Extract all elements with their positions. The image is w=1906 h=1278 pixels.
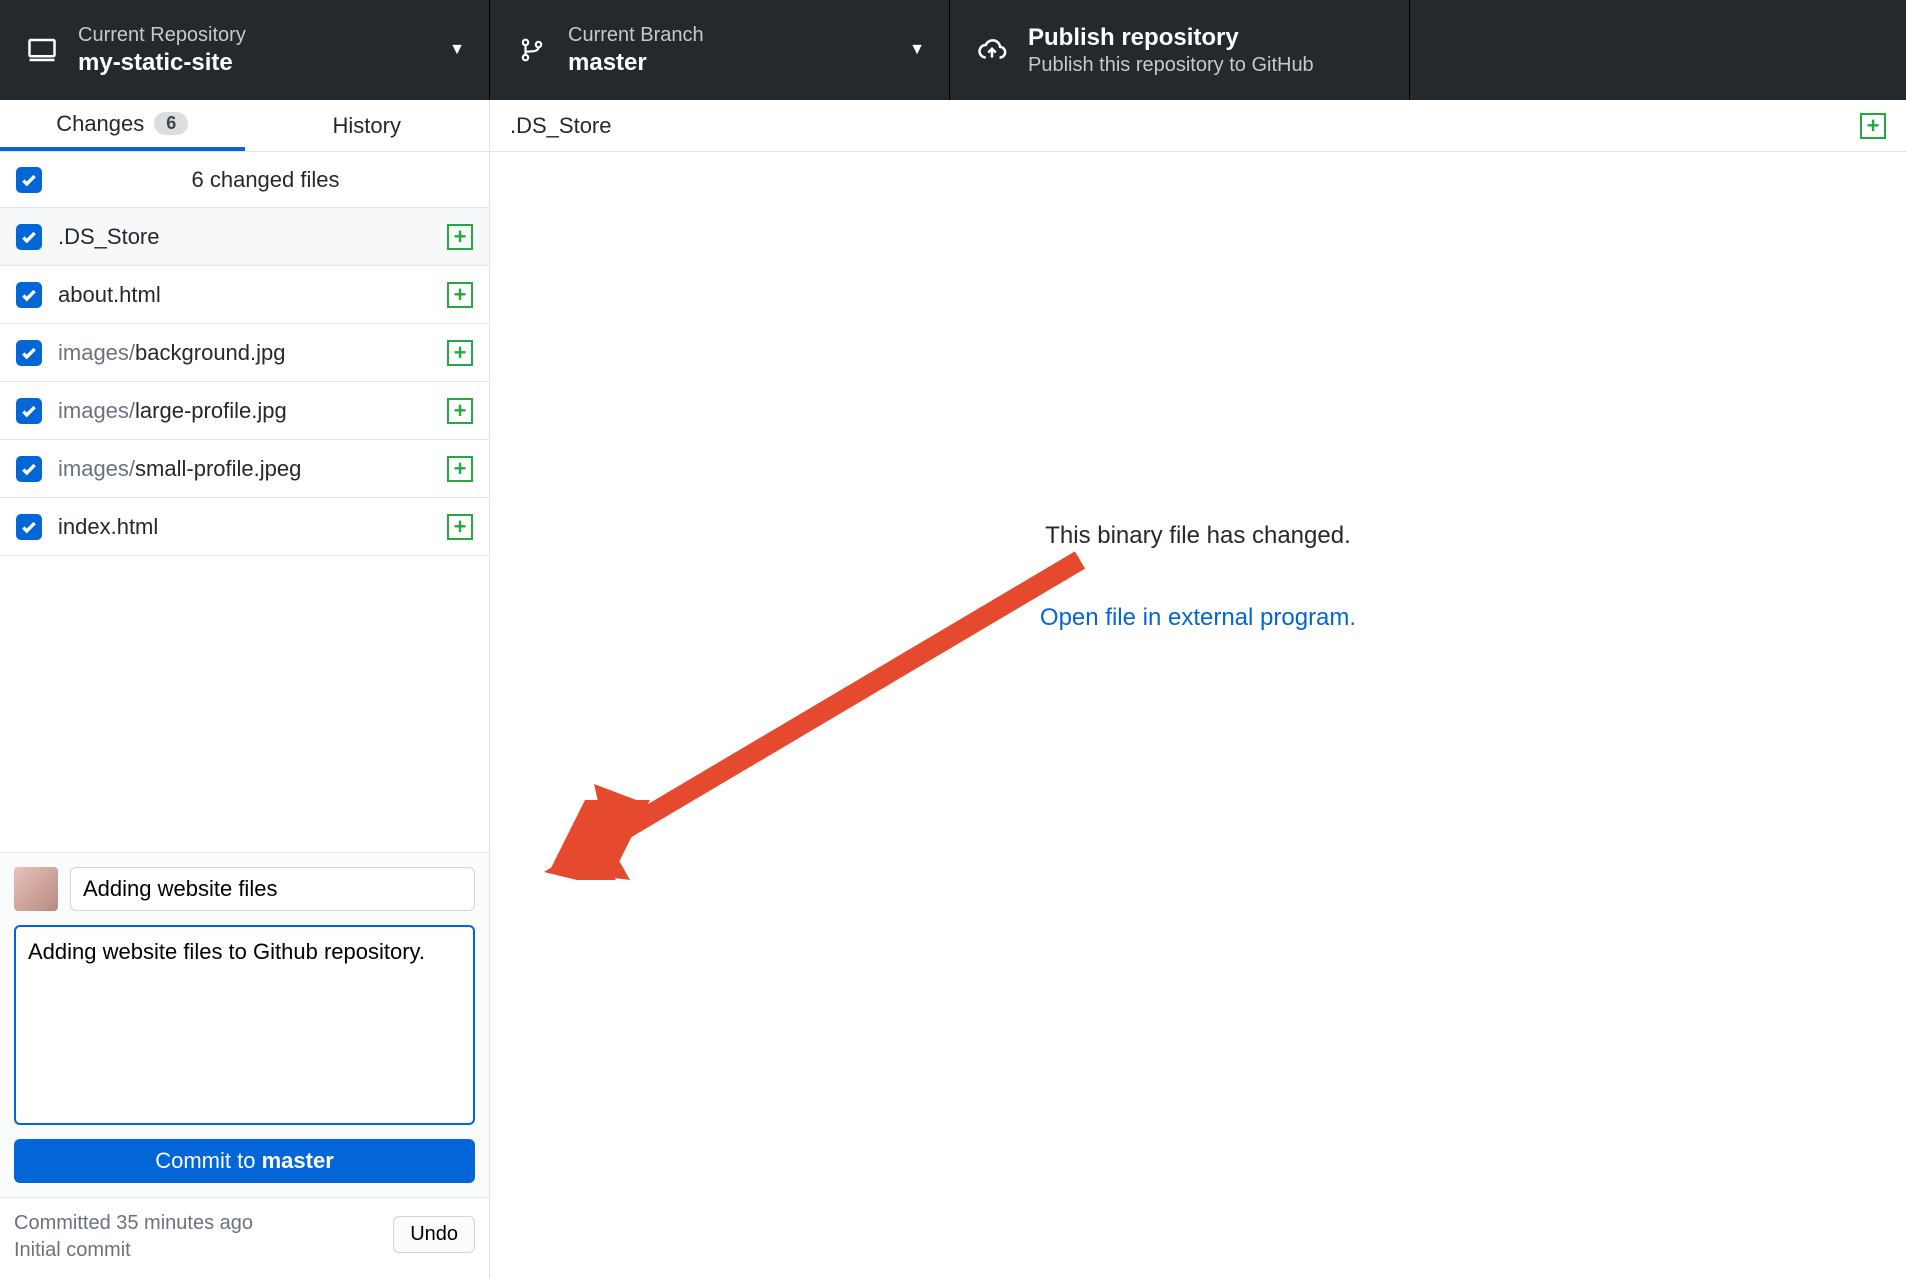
status-added-icon: + (447, 340, 473, 366)
publish-subtitle: Publish this repository to GitHub (1028, 53, 1314, 78)
file-name: images/background.jpg (58, 340, 447, 366)
sidebar-spacer (0, 556, 489, 852)
file-checkbox[interactable] (16, 282, 42, 308)
open-external-link[interactable]: Open file in external program. (1040, 604, 1356, 632)
diff-status-added-icon: + (1860, 113, 1886, 139)
undo-button[interactable]: Undo (393, 1216, 475, 1253)
publish-title: Publish repository (1028, 23, 1314, 53)
toolbar: Current Repository my-static-site ▼ Curr… (0, 0, 1906, 100)
repo-label: Current Repository (78, 23, 246, 48)
file-name: about.html (58, 282, 447, 308)
file-list: .DS_Store+about.html+images/background.j… (0, 208, 489, 556)
status-added-icon: + (447, 456, 473, 482)
commit-button-branch: master (262, 1148, 334, 1173)
diff-filename: .DS_Store (510, 113, 1860, 139)
repo-value: my-static-site (78, 48, 246, 78)
tab-changes[interactable]: Changes 6 (0, 100, 245, 151)
git-branch-icon (514, 37, 550, 63)
file-checkbox[interactable] (16, 224, 42, 250)
changes-header-title: 6 changed files (58, 167, 473, 193)
status-added-icon: + (447, 282, 473, 308)
commit-summary-input[interactable] (70, 867, 475, 911)
sidebar: Changes 6 History 6 changed files .DS_St… (0, 100, 490, 1278)
binary-file-message: This binary file has changed. (1045, 522, 1351, 550)
file-name: images/large-profile.jpg (58, 398, 447, 424)
file-row[interactable]: images/small-profile.jpeg+ (0, 440, 489, 498)
file-row[interactable]: about.html+ (0, 266, 489, 324)
cloud-upload-icon (974, 35, 1010, 65)
file-row[interactable]: index.html+ (0, 498, 489, 556)
branch-selector[interactable]: Current Branch master ▼ (490, 0, 950, 100)
file-checkbox[interactable] (16, 456, 42, 482)
publish-button[interactable]: Publish repository Publish this reposito… (950, 0, 1410, 100)
diff-header: .DS_Store + (490, 100, 1906, 152)
commit-button[interactable]: Commit to master (14, 1139, 475, 1183)
status-added-icon: + (447, 224, 473, 250)
monitor-icon (24, 35, 60, 65)
last-commit-time: Committed 35 minutes ago (14, 1210, 253, 1237)
content: .DS_Store + This binary file has changed… (490, 100, 1906, 1278)
file-row[interactable]: images/background.jpg+ (0, 324, 489, 382)
file-name: index.html (58, 514, 447, 540)
file-checkbox[interactable] (16, 398, 42, 424)
select-all-checkbox[interactable] (16, 167, 42, 193)
repo-selector[interactable]: Current Repository my-static-site ▼ (0, 0, 490, 100)
last-commit: Committed 35 minutes ago Initial commit … (0, 1197, 489, 1278)
branch-value: master (568, 48, 704, 78)
file-row[interactable]: images/large-profile.jpg+ (0, 382, 489, 440)
avatar (14, 867, 58, 911)
file-name: images/small-profile.jpeg (58, 456, 447, 482)
branch-label: Current Branch (568, 23, 704, 48)
tab-history-label: History (333, 113, 401, 139)
status-added-icon: + (447, 514, 473, 540)
tab-history[interactable]: History (245, 100, 490, 151)
file-checkbox[interactable] (16, 514, 42, 540)
status-added-icon: + (447, 398, 473, 424)
caret-down-icon: ▼ (449, 41, 465, 59)
file-checkbox[interactable] (16, 340, 42, 366)
main: Changes 6 History 6 changed files .DS_St… (0, 100, 1906, 1278)
commit-button-prefix: Commit to (155, 1148, 261, 1173)
tab-changes-label: Changes (56, 111, 144, 137)
caret-down-icon: ▼ (909, 41, 925, 59)
commit-description-textarea[interactable] (14, 925, 475, 1125)
toolbar-filler (1410, 0, 1906, 100)
diff-body: This binary file has changed. Open file … (490, 152, 1906, 1278)
tab-changes-count: 6 (154, 112, 188, 135)
sidebar-tabs: Changes 6 History (0, 100, 489, 152)
file-row[interactable]: .DS_Store+ (0, 208, 489, 266)
changes-header: 6 changed files (0, 152, 489, 208)
commit-box: Commit to master (0, 852, 489, 1197)
file-name: .DS_Store (58, 224, 447, 250)
last-commit-message: Initial commit (14, 1237, 253, 1264)
